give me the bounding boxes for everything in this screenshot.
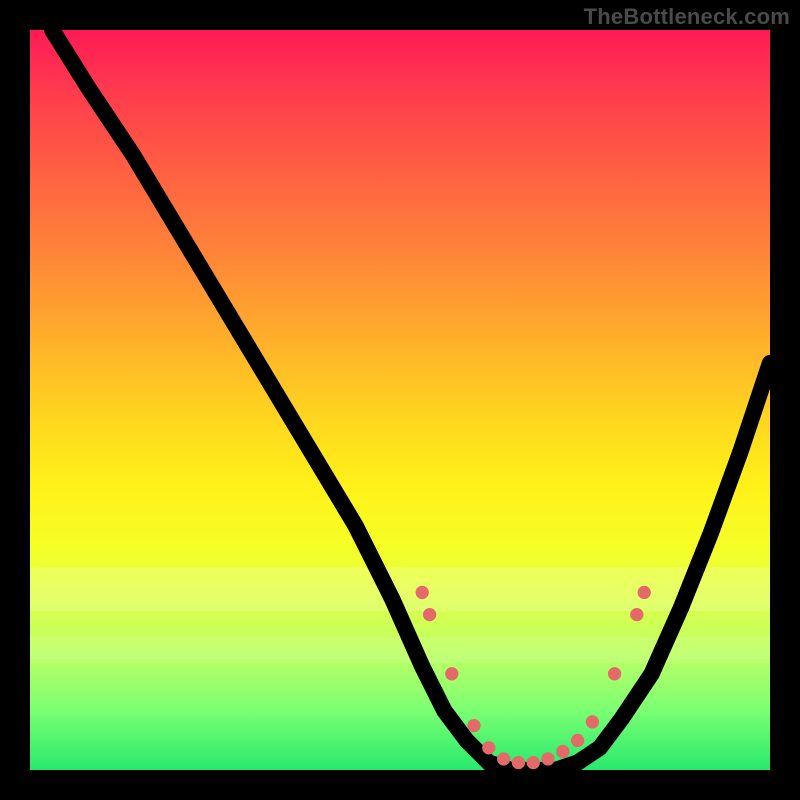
- curve-dot: [497, 752, 510, 765]
- curve-svg: [30, 30, 770, 770]
- curve-dot: [571, 734, 584, 747]
- curve-dot: [416, 586, 429, 599]
- curve-dot: [512, 756, 525, 769]
- curve-dot: [467, 719, 480, 732]
- curve-dot: [630, 608, 643, 621]
- watermark-text: TheBottleneck.com: [584, 4, 790, 30]
- plot-area: [30, 30, 770, 770]
- curve-dot: [608, 667, 621, 680]
- bottleneck-curve-path: [52, 30, 770, 770]
- curve-dot: [638, 586, 651, 599]
- chart-frame: TheBottleneck.com: [0, 0, 800, 800]
- curve-dots-group: [416, 586, 651, 770]
- curve-dot: [586, 715, 599, 728]
- curve-dot: [482, 741, 495, 754]
- curve-dot: [445, 667, 458, 680]
- curve-dot: [541, 752, 554, 765]
- curve-dot: [423, 608, 436, 621]
- curve-dot: [527, 756, 540, 769]
- curve-dot: [556, 745, 569, 758]
